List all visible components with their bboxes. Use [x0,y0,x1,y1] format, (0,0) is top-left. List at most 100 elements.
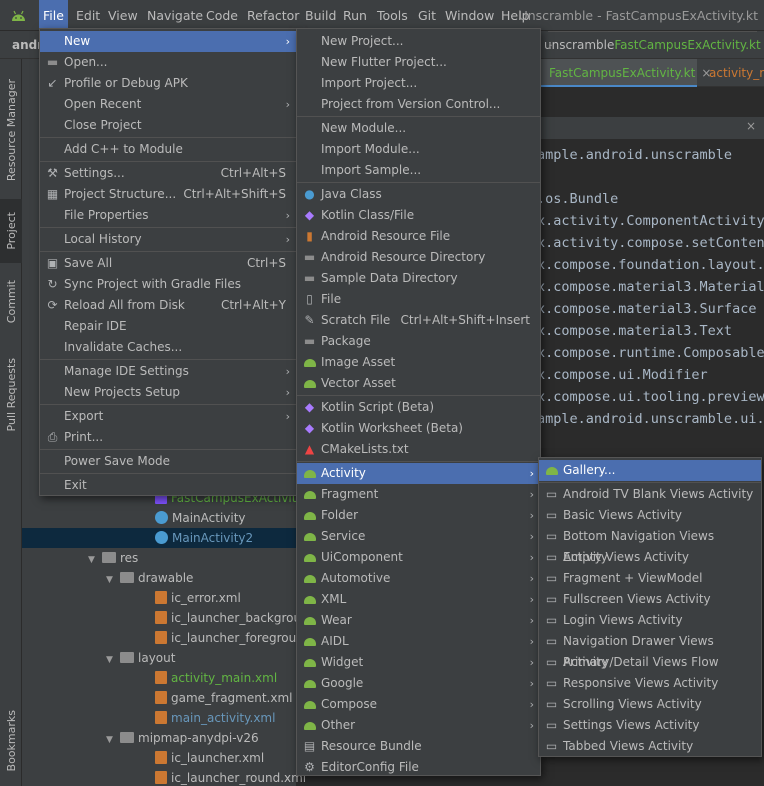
menu-item-add-c-to-module[interactable]: Add C++ to Module [40,139,296,160]
menu-item-cmakelists-txt[interactable]: ▲ CMakeLists.txt [297,439,540,460]
menu-item-gallery[interactable]: Gallery... [539,460,761,481]
menu-item-new[interactable]: New › [40,31,296,52]
menu-item-local-history[interactable]: Local History › [40,229,296,250]
tree-item[interactable]: ▼ drawable [22,568,296,588]
tree-item[interactable]: ▼ res [22,548,296,568]
breadcrumb-folder[interactable]: unscramble [544,38,614,52]
menu-item-navigation-drawer-views-activity[interactable]: ▭ Navigation Drawer Views Activity [539,631,761,669]
menu-item-new-flutter-project[interactable]: New Flutter Project... [297,52,540,73]
tree-item[interactable]: ic_error.xml [22,588,296,608]
menu-item-uicomponent[interactable]: UiComponent › [297,547,540,568]
menu-item-new-projects-setup[interactable]: New Projects Setup › [40,382,296,403]
menu-item-folder[interactable]: Folder › [297,505,540,526]
tree-item[interactable]: ic_launcher_foregroun [22,628,304,648]
close-icon[interactable]: × [746,119,756,133]
menu-item-new-project[interactable]: New Project... [297,31,540,52]
menu-item-repair-ide[interactable]: Repair IDE [40,316,296,337]
menu-item-settings-views-activity[interactable]: ▭ Settings Views Activity [539,715,761,736]
menu-git[interactable]: Git [414,0,440,31]
menu-item-sync-project-with-gradle-files[interactable]: ↻ Sync Project with Gradle Files [40,274,296,295]
menu-build[interactable]: Build [301,0,340,31]
menu-run[interactable]: Run [339,0,371,31]
menu-file[interactable]: File [39,0,68,31]
menu-item-fragment-viewmodel[interactable]: ▭ Fragment + ViewModel [539,568,761,589]
tree-item[interactable]: ▼ layout [22,648,296,668]
tree-item[interactable]: game_fragment.xml [22,688,296,708]
menu-item-android-tv-blank-views-activity[interactable]: ▭ Android TV Blank Views Activity [539,484,761,505]
menu-item-automotive[interactable]: Automotive › [297,568,540,589]
menu-item-resource-bundle[interactable]: ▤ Resource Bundle [297,736,540,757]
chevron-down-icon[interactable]: ▼ [106,650,120,670]
menu-item-kotlin-class-file[interactable]: ◆ Kotlin Class/File [297,205,540,226]
tab-project[interactable]: Project [0,199,22,263]
menu-item-open-recent[interactable]: Open Recent › [40,94,296,115]
tree-item[interactable]: MainActivity2 [22,528,296,548]
menu-item-tabbed-views-activity[interactable]: ▭ Tabbed Views Activity [539,736,761,757]
menu-item-kotlin-script-beta[interactable]: ◆ Kotlin Script (Beta) [297,397,540,418]
menu-item-settings[interactable]: ⚒ Settings... Ctrl+Alt+S [40,163,296,184]
menu-item-package[interactable]: ▬ Package [297,331,540,352]
menu-item-save-all[interactable]: ▣ Save All Ctrl+S [40,253,296,274]
breadcrumb-file[interactable]: FastCampusExActivity.kt [614,38,760,52]
menu-edit[interactable]: Edit [72,0,104,31]
menu-item-profile-or-debug-apk[interactable]: ↙ Profile or Debug APK [40,73,296,94]
menu-item-android-resource-file[interactable]: ▮ Android Resource File [297,226,540,247]
menu-item-aidl[interactable]: AIDL › [297,631,540,652]
menu-item-close-project[interactable]: Close Project [40,115,296,136]
menu-item-widget[interactable]: Widget › [297,652,540,673]
chevron-down-icon[interactable]: ▼ [106,730,120,750]
menu-item-fragment[interactable]: Fragment › [297,484,540,505]
tree-item[interactable]: main_activity.xml [22,708,296,728]
chevron-down-icon[interactable]: ▼ [88,550,102,570]
menu-view[interactable]: View [104,0,142,31]
editor-tab-activity-main[interactable]: activity_m [701,59,764,87]
menu-item-project-structure[interactable]: ▦ Project Structure... Ctrl+Alt+Shift+S [40,184,296,205]
menu-item-primary-detail-views-flow[interactable]: ▭ Primary/Detail Views Flow [539,652,761,673]
tree-item[interactable]: ic_launcher.xml [22,748,296,768]
menu-tools[interactable]: Tools [373,0,412,31]
menu-item-file-properties[interactable]: File Properties › [40,205,296,226]
menu-item-invalidate-caches[interactable]: Invalidate Caches... [40,337,296,358]
menu-item-fullscreen-views-activity[interactable]: ▭ Fullscreen Views Activity [539,589,761,610]
menu-item-new-module[interactable]: New Module... [297,118,540,139]
menu-item-import-project[interactable]: Import Project... [297,73,540,94]
menu-item-java-class[interactable]: ● Java Class [297,184,540,205]
menu-item-sample-data-directory[interactable]: ▬ Sample Data Directory [297,268,540,289]
menu-window[interactable]: Window [441,0,498,31]
tab-resource-manager[interactable]: Resource Manager [0,67,22,193]
menu-item-reload-all-from-disk[interactable]: ⟳ Reload All from Disk Ctrl+Alt+Y [40,295,296,316]
menu-item-activity[interactable]: Activity › [297,463,540,484]
menu-item-login-views-activity[interactable]: ▭ Login Views Activity [539,610,761,631]
menu-item-empty-views-activity[interactable]: ▭ Empty Views Activity [539,547,761,568]
menu-item-manage-ide-settings[interactable]: Manage IDE Settings › [40,361,296,382]
tree-item[interactable]: ▼ mipmap-anydpi-v26 [22,728,296,748]
menu-item-responsive-views-activity[interactable]: ▭ Responsive Views Activity [539,673,761,694]
menu-item-editorconfig-file[interactable]: ⚙ EditorConfig File [297,757,540,778]
menu-item-print[interactable]: ⎙ Print... [40,427,296,448]
menu-item-scrolling-views-activity[interactable]: ▭ Scrolling Views Activity [539,694,761,715]
menu-item-basic-views-activity[interactable]: ▭ Basic Views Activity [539,505,761,526]
menu-item-project-from-version-control[interactable]: Project from Version Control... [297,94,540,115]
menu-refactor[interactable]: Refactor [243,0,303,31]
menu-item-wear[interactable]: Wear › [297,610,540,631]
menu-item-file[interactable]: ▯ File [297,289,540,310]
tab-pull-requests[interactable]: Pull Requests [0,349,22,441]
menu-code[interactable]: Code [202,0,242,31]
menu-item-import-sample[interactable]: Import Sample... [297,160,540,181]
menu-item-service[interactable]: Service › [297,526,540,547]
menu-item-compose[interactable]: Compose › [297,694,540,715]
tab-bookmarks[interactable]: Bookmarks [0,707,22,775]
menu-item-other[interactable]: Other › [297,715,540,736]
menu-item-google[interactable]: Google › [297,673,540,694]
tab-commit[interactable]: Commit [0,271,22,333]
menu-item-android-resource-directory[interactable]: ▬ Android Resource Directory [297,247,540,268]
menu-item-image-asset[interactable]: Image Asset [297,352,540,373]
tree-item[interactable]: MainActivity [22,508,296,528]
menu-item-scratch-file[interactable]: ✎ Scratch File Ctrl+Alt+Shift+Insert [297,310,540,331]
menu-item-import-module[interactable]: Import Module... [297,139,540,160]
menu-item-exit[interactable]: Exit [40,475,296,496]
tree-item[interactable]: ic_launcher_backgroun [22,608,309,628]
menu-navigate[interactable]: Navigate [143,0,207,31]
menu-item-open[interactable]: ▬ Open... [40,52,296,73]
chevron-down-icon[interactable]: ▼ [106,570,120,590]
